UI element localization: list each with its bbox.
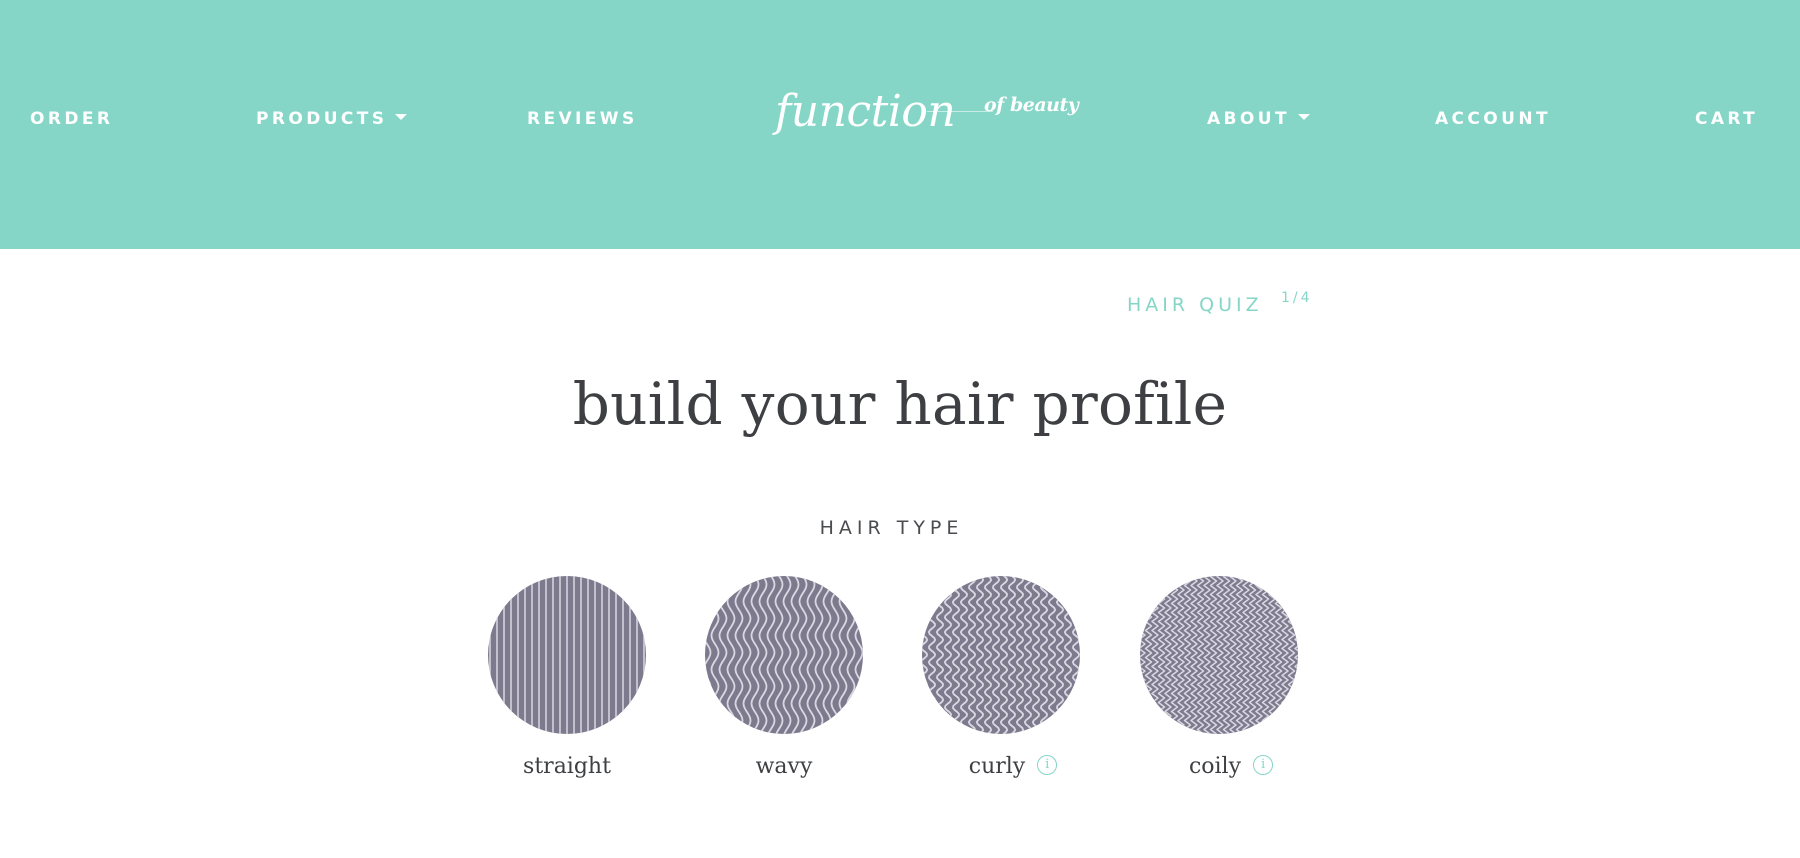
nav-account[interactable]: ACCOUNT: [1435, 107, 1551, 131]
logo-tagline: of beauty: [984, 94, 1079, 116]
hair-type-option-coily[interactable]: coily i: [1139, 576, 1299, 796]
nav-products-label: PRODUCTS: [256, 109, 388, 129]
page-title: build your hair profile: [572, 370, 1228, 438]
wavy-hair-swatch: [705, 576, 863, 734]
option-label-text: coily: [1188, 754, 1242, 779]
hair-type-heading: HAIR TYPE: [819, 517, 964, 539]
nav-reviews-label: REVIEWS: [527, 109, 638, 129]
option-label-text: wavy: [755, 754, 813, 779]
nav-cart-label: CART: [1695, 109, 1759, 129]
option-label: wavy: [704, 754, 864, 779]
chevron-down-icon: [395, 114, 408, 120]
nav-products[interactable]: PRODUCTS: [256, 107, 408, 131]
site-header: ORDER PRODUCTS REVIEWS function of beaut…: [0, 0, 1800, 249]
coily-hair-swatch: [1140, 576, 1298, 734]
chevron-down-icon: [1297, 114, 1310, 120]
hair-type-option-straight[interactable]: straight: [487, 576, 647, 796]
hair-type-option-wavy[interactable]: wavy: [704, 576, 864, 796]
quiz-step-indicator: 1/4: [1281, 290, 1313, 306]
brand-logo[interactable]: function of beauty: [775, 82, 1079, 152]
straight-hair-swatch: [488, 576, 646, 734]
nav-about-label: ABOUT: [1207, 109, 1290, 129]
curly-hair-swatch: [922, 576, 1080, 734]
nav-about[interactable]: ABOUT: [1207, 107, 1310, 131]
nav-order-label: ORDER: [30, 109, 114, 129]
option-label-text: curly: [968, 754, 1026, 779]
nav-account-label: ACCOUNT: [1435, 109, 1551, 129]
info-icon[interactable]: i: [1037, 755, 1058, 775]
nav-reviews[interactable]: REVIEWS: [527, 107, 638, 131]
info-icon[interactable]: i: [1253, 755, 1274, 775]
nav-order[interactable]: ORDER: [30, 107, 113, 131]
option-label: coily i: [1151, 754, 1311, 779]
nav-cart[interactable]: CART: [1695, 107, 1758, 131]
option-label: curly i: [933, 754, 1093, 779]
quiz-label: HAIR QUIZ: [1127, 294, 1263, 316]
hair-type-option-curly[interactable]: curly i: [921, 576, 1081, 796]
option-label: straight: [487, 754, 647, 779]
option-label-text: straight: [523, 754, 611, 779]
